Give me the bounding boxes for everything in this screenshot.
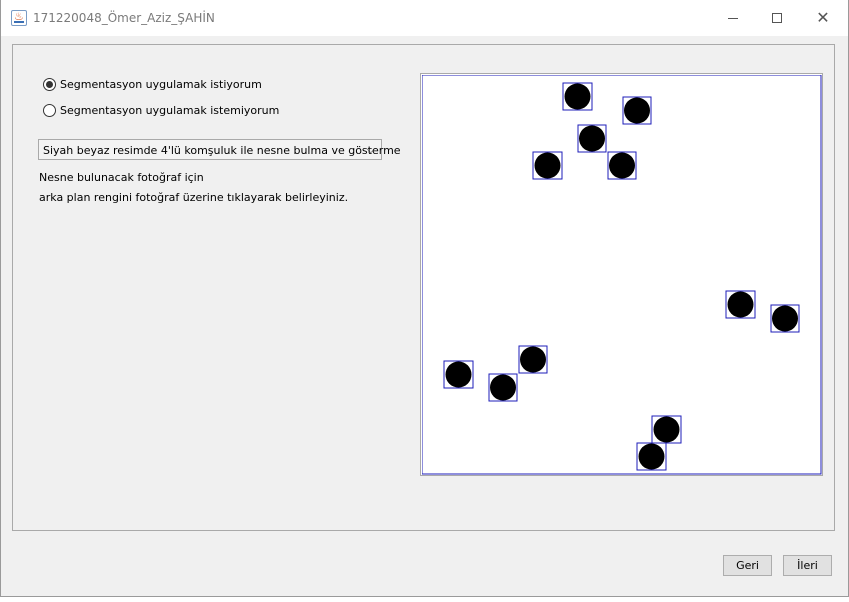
minimize-icon — [728, 18, 738, 19]
mode-dropdown[interactable]: Siyah beyaz resimde 4'lü komşuluk ile ne… — [38, 139, 401, 160]
object-11 — [651, 415, 682, 444]
object-7 — [770, 304, 800, 333]
segmented-image[interactable] — [422, 75, 823, 476]
object-2 — [622, 96, 652, 125]
instruction-line-1: Nesne bulunacak fotoğraf için — [39, 171, 204, 184]
content-panel: Segmentasyon uygulamak istiyorum Segment… — [12, 44, 835, 531]
image-border — [422, 75, 822, 475]
instruction-line-2: arka plan rengini fotoğraf üzerine tıkla… — [39, 191, 349, 204]
maximize-button[interactable] — [755, 0, 801, 36]
next-button[interactable]: İleri — [783, 555, 832, 576]
object-6 — [725, 290, 756, 319]
object-10 — [488, 373, 518, 402]
minimize-button[interactable] — [710, 0, 756, 36]
object-1 — [562, 82, 593, 111]
object-4 — [532, 151, 563, 180]
title-bar[interactable]: ♨ 171220048_Ömer_Aziz_ŞAHİN ✕ — [1, 0, 848, 36]
radio-segmentation-no[interactable]: Segmentasyon uygulamak istemiyorum — [43, 102, 279, 118]
object-12 — [636, 442, 667, 471]
radio-button-checked[interactable] — [43, 77, 56, 91]
object-8 — [518, 345, 548, 374]
object-5 — [607, 151, 637, 180]
image-canvas[interactable] — [420, 73, 823, 476]
java-app-icon: ♨ — [11, 10, 27, 26]
radio-button-unchecked[interactable] — [43, 103, 56, 117]
close-icon: ✕ — [816, 8, 830, 27]
mode-dropdown-value: Siyah beyaz resimde 4'lü komşuluk ile ne… — [43, 144, 401, 157]
radio-label-no: Segmentasyon uygulamak istemiyorum — [60, 103, 280, 117]
back-button[interactable]: Geri — [723, 555, 772, 576]
window-title: 171220048_Ömer_Aziz_ŞAHİN — [33, 11, 215, 25]
radio-label-yes: Segmentasyon uygulamak istiyorum — [60, 77, 262, 91]
close-button[interactable]: ✕ — [800, 0, 846, 36]
main-window: ♨ 171220048_Ömer_Aziz_ŞAHİN ✕ Segmentasy… — [0, 0, 849, 597]
object-9 — [443, 360, 474, 389]
chevron-down-icon[interactable]: ⌵ — [367, 143, 375, 157]
object-3 — [577, 124, 607, 153]
radio-segmentation-yes[interactable]: Segmentasyon uygulamak istiyorum — [43, 76, 262, 92]
maximize-icon — [772, 13, 782, 23]
